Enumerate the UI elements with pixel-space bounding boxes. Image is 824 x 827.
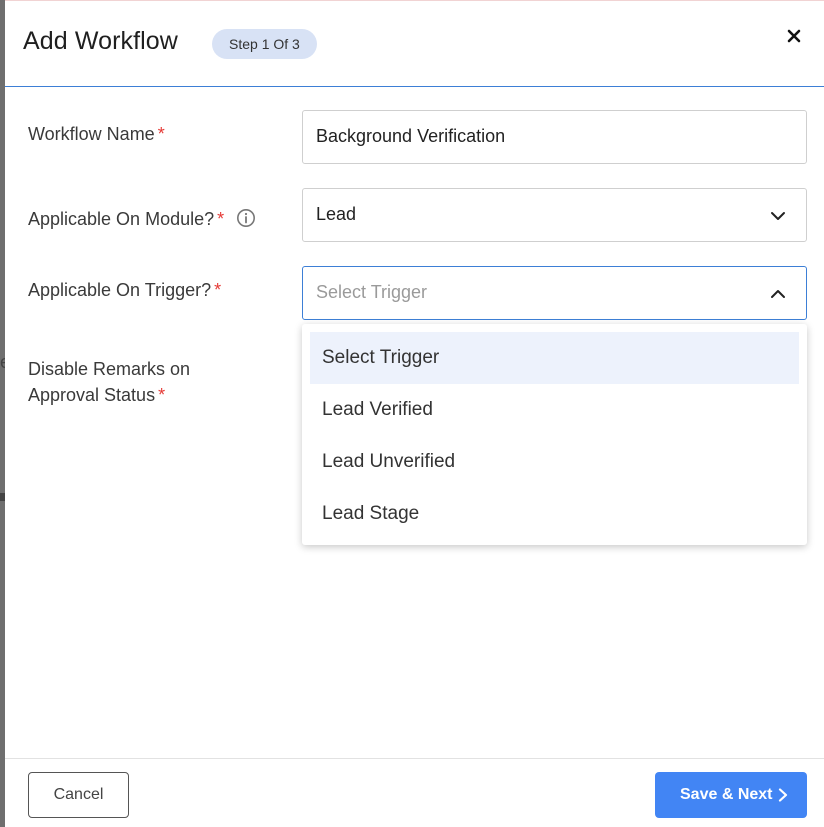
- chevron-right-icon: [778, 788, 788, 802]
- step-badge: Step 1 Of 3: [212, 29, 317, 59]
- save-next-button[interactable]: Save & Next: [655, 772, 807, 818]
- module-label: Applicable On Module? *: [28, 206, 256, 235]
- trigger-label-text: Applicable On Trigger?: [28, 280, 212, 300]
- disable-remarks-label: Disable Remarks on Approval Status *: [28, 356, 190, 408]
- dropdown-option-lead-stage[interactable]: Lead Stage: [310, 488, 799, 540]
- disable-remarks-label-line2: Approval Status: [28, 385, 156, 405]
- workflow-name-label: Workflow Name *: [28, 121, 165, 147]
- disable-remarks-label-line2-wrap: Approval Status *: [28, 382, 190, 408]
- modal-footer: Cancel Save & Next: [5, 758, 824, 827]
- dropdown-option-lead-unverified[interactable]: Lead Unverified: [310, 436, 799, 488]
- required-marker: *: [157, 124, 165, 144]
- modal-header: Add Workflow Step 1 Of 3: [5, 1, 824, 87]
- add-workflow-modal: Add Workflow Step 1 Of 3 Workflow Name * …: [5, 1, 824, 827]
- trigger-dropdown-menu: Select Trigger Lead Verified Lead Unveri…: [302, 324, 807, 545]
- module-select[interactable]: Lead: [302, 188, 807, 242]
- dropdown-option-lead-verified[interactable]: Lead Verified: [310, 384, 799, 436]
- module-value: Lead: [316, 204, 357, 224]
- required-marker: *: [217, 209, 225, 229]
- required-marker: *: [214, 280, 222, 300]
- trigger-placeholder: Select Trigger: [316, 282, 428, 302]
- cancel-button[interactable]: Cancel: [28, 772, 129, 818]
- required-marker: *: [158, 385, 166, 405]
- workflow-name-label-text: Workflow Name: [28, 124, 155, 144]
- modal-title: Add Workflow: [23, 27, 178, 55]
- trigger-label: Applicable On Trigger? *: [28, 277, 221, 303]
- save-next-label: Save & Next: [680, 786, 773, 803]
- disable-remarks-label-line1: Disable Remarks on: [28, 359, 191, 379]
- chevron-down-icon: [771, 212, 785, 220]
- info-icon[interactable]: [236, 208, 256, 235]
- chevron-up-icon: [771, 290, 785, 298]
- dropdown-option-select-trigger[interactable]: Select Trigger: [310, 332, 799, 384]
- trigger-select[interactable]: Select Trigger: [302, 266, 807, 320]
- workflow-name-value: Background Verification: [316, 126, 506, 146]
- close-button[interactable]: [783, 25, 805, 47]
- close-icon: [787, 29, 801, 43]
- module-label-text: Applicable On Module?: [28, 209, 215, 229]
- workflow-name-field[interactable]: Background Verification: [302, 110, 807, 164]
